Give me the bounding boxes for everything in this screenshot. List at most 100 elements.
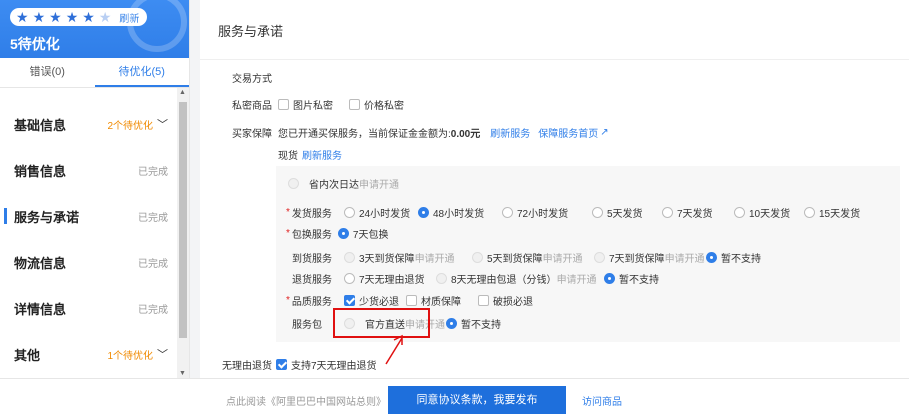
return-apply[interactable]: 申请开通 — [557, 271, 597, 286]
ship-72h-radio[interactable] — [502, 207, 513, 218]
scroll-up-icon[interactable]: ▲ — [179, 89, 186, 96]
nav-item-logistics[interactable]: 物流信息 已完成 — [0, 242, 178, 282]
return-row: 退货服务 7天无理由退货 8天无理由包退（分钱） 申请开通 暂不支持 — [286, 271, 886, 286]
arrival-apply[interactable]: 申请开通 — [415, 250, 455, 265]
ship-48h-radio[interactable] — [418, 207, 429, 218]
agree-publish-button[interactable]: 同意协议条款，我要发布 — [388, 386, 566, 414]
ship-row: * 发货服务 24小时发货 48小时发货 72小时发货 5天发货 7天发货 10天… — [286, 205, 886, 220]
nav-item-other[interactable]: 其他 1个待优化 ﹀ — [0, 334, 178, 374]
arrival-7d-radio[interactable] — [594, 252, 605, 263]
external-link-icon: ↗ — [600, 127, 609, 138]
star-icon: ★ — [82, 9, 95, 25]
next-day-label: 省内次日达 — [309, 180, 359, 191]
arrival-3d-radio[interactable] — [344, 252, 355, 263]
private-label: 私密商品 — [232, 101, 272, 112]
quality-row: * 品质服务 少货必退 材质保障 破损必退 — [286, 293, 886, 308]
guarantee-label: 买家保障 — [232, 129, 272, 140]
nav-item-service[interactable]: 服务与承诺 已完成 — [0, 196, 178, 236]
tab-errors[interactable]: 错误(0) — [0, 58, 95, 87]
private-image-label: 图片私密 — [293, 101, 333, 112]
required-mark: * — [286, 228, 290, 239]
package-unsupported-radio[interactable] — [446, 318, 457, 329]
quality-option-label: 破损必退 — [493, 297, 533, 308]
return-unsupported-radio[interactable] — [604, 273, 615, 284]
nav-scrollbar[interactable]: ▲ ▼ — [177, 88, 189, 378]
private-row: 私密商品 图片私密 价格私密 — [232, 97, 404, 112]
return-7d-radio[interactable] — [344, 273, 355, 284]
ship-7d-radio[interactable] — [662, 207, 673, 218]
arrival-unsupported-radio[interactable] — [706, 252, 717, 263]
ship-option-label: 10天发货 — [749, 209, 791, 220]
exchange-7d-radio[interactable] — [337, 228, 349, 239]
arrival-5d-radio[interactable] — [472, 252, 483, 263]
nav-item-label: 销售信息 — [14, 163, 67, 179]
scrollbar-thumb[interactable] — [179, 102, 187, 338]
nav-item-label: 详情信息 — [14, 301, 67, 317]
ship-option-label: 7天发货 — [677, 209, 713, 220]
return-option-label: 7天无理由退货 — [359, 275, 425, 286]
ship-10d-radio[interactable] — [734, 207, 745, 218]
panel-title: 服务与承诺 — [200, 0, 909, 60]
ship-15d-radio[interactable] — [804, 207, 815, 218]
arrival-option-label: 5天到货保障 — [487, 254, 543, 265]
star-icon: ★ — [16, 9, 29, 25]
return-label: 退货服务 — [292, 275, 332, 286]
arrival-unsupported-label: 暂不支持 — [721, 254, 761, 265]
nav-item-label: 服务与承诺 — [14, 209, 80, 225]
spot-refresh-link[interactable]: 刷新服务 — [302, 147, 342, 162]
scroll-down-icon[interactable]: ▼ — [179, 370, 186, 377]
section-nav: 基础信息 2个待优化 ﹀ 销售信息 已完成 服务与承诺 已完成 物流信息 已完成… — [0, 88, 189, 378]
next-day-apply[interactable]: 申请开通 — [359, 176, 399, 191]
ship-option-label: 24小时发货 — [359, 209, 411, 220]
quality-damage-checkbox[interactable] — [478, 295, 489, 306]
exchange-row: * 包换服务 7天包换 — [286, 226, 388, 241]
no-reason-checkbox[interactable] — [276, 359, 287, 370]
guarantee-text: 您已开通买保服务，当前保证金金额为: — [278, 129, 451, 140]
spot-label: 现货 — [278, 151, 298, 162]
chevron-down-icon[interactable]: ﹀ — [157, 116, 168, 132]
star-icon: ★ — [49, 9, 62, 25]
no-reason-row: 无理由退货 支持7天无理由退货 — [222, 357, 377, 372]
nav-item-status: 1个待优化 — [107, 350, 153, 362]
nav-item-status: 已完成 — [138, 212, 168, 224]
nav-item-label: 基础信息 — [14, 117, 67, 133]
ship-5d-radio[interactable] — [592, 207, 603, 218]
private-price-checkbox[interactable] — [349, 99, 360, 110]
tab-bar: 错误(0) 待优化(5) — [0, 58, 189, 88]
star-icon: ★ — [32, 9, 46, 25]
exchange-label: 包换服务 — [291, 230, 332, 241]
service-panel: 服务与承诺 交易方式 私密商品 图片私密 价格私密 买家保障 您已开通买保服务，… — [200, 0, 909, 378]
private-price-label: 价格私密 — [364, 101, 404, 112]
arrival-apply[interactable]: 申请开通 — [543, 250, 583, 265]
return-8d-radio[interactable] — [436, 273, 447, 284]
chevron-down-icon[interactable]: ﹀ — [157, 346, 168, 362]
guarantee-amount: 0.00元 — [450, 129, 481, 140]
return-option-label: 8天无理由包退（分钱） — [451, 275, 557, 286]
refresh-service-link[interactable]: 刷新服务 — [490, 125, 530, 140]
ship-24h-radio[interactable] — [344, 207, 355, 218]
private-image-checkbox[interactable] — [278, 99, 289, 110]
terms-link[interactable]: 点此阅读《阿里巴巴中国网站总则》 — [226, 393, 386, 408]
nav-item-status: 已完成 — [138, 304, 168, 316]
tab-to-optimize[interactable]: 待优化(5) — [94, 58, 189, 87]
star-icon: ★ — [98, 9, 112, 25]
ship-label: 发货服务 — [291, 209, 332, 220]
nav-item-details[interactable]: 详情信息 已完成 — [0, 288, 178, 328]
score-card: ★ ★ ★ ★ ★ ★ 刷新 5待优化 — [0, 0, 189, 58]
return-unsupported-label: 暂不支持 — [619, 275, 659, 286]
guarantee-home-link[interactable]: 保障服务首页 — [538, 125, 598, 140]
arrival-apply[interactable]: 申请开通 — [665, 250, 705, 265]
nav-item-basic-info[interactable]: 基础信息 2个待优化 ﹀ — [0, 104, 178, 144]
visit-product-link[interactable]: 访问商品 — [582, 393, 622, 408]
required-mark: * — [286, 207, 290, 218]
trade-mode-row: 交易方式 — [232, 70, 272, 85]
quality-label: 品质服务 — [291, 297, 332, 308]
next-day-radio[interactable] — [288, 178, 299, 189]
nav-item-sales-info[interactable]: 销售信息 已完成 — [0, 150, 178, 190]
ship-option-label: 5天发货 — [607, 209, 643, 220]
no-reason-option-label: 支持7天无理由退货 — [291, 361, 377, 372]
quality-option-label: 材质保障 — [421, 297, 461, 308]
spot-row: 现货 刷新服务 — [278, 147, 342, 162]
quality-missing-checkbox[interactable] — [344, 295, 355, 306]
quality-material-checkbox[interactable] — [406, 295, 417, 306]
